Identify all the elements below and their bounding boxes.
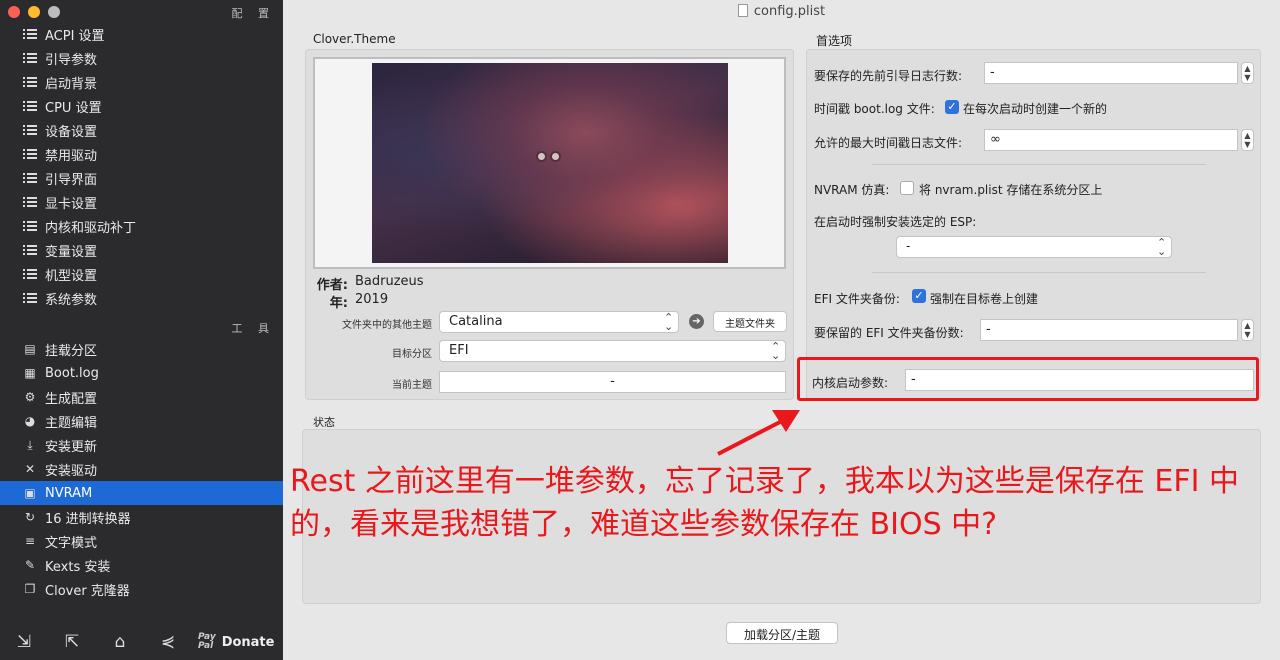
load-partition-theme-button[interactable]: 加载分区/主题 [726,622,838,644]
annotation-text: Rest 之前这里有一堆参数，忘了记录了，我本以为这些是保存在 EFI 中的，看… [290,464,1240,542]
annotation-arrow [717,410,800,456]
